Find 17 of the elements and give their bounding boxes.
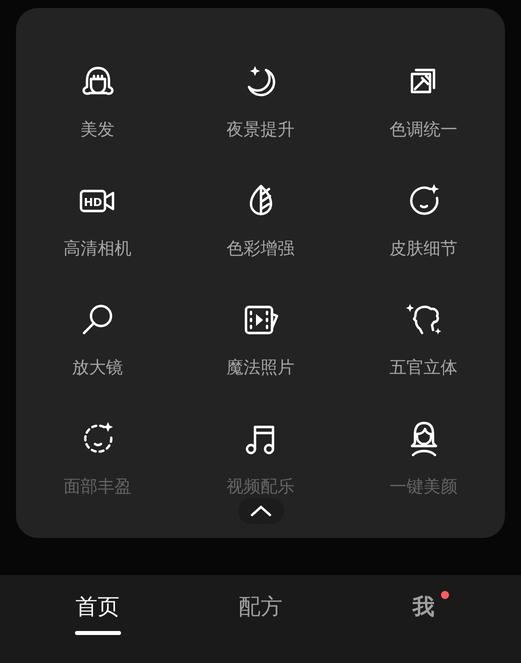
nav-tab[interactable]: 配方 bbox=[238, 593, 282, 623]
tool-label[interactable]: 色彩增强 bbox=[226, 239, 294, 259]
tool-label[interactable]: 皮肤细节 bbox=[390, 239, 458, 259]
tool-label[interactable]: 高清相机 bbox=[64, 239, 132, 259]
collapse-button[interactable] bbox=[238, 498, 284, 524]
tool-label[interactable]: 美发 bbox=[80, 120, 114, 140]
nav-tab[interactable]: 首页 bbox=[76, 593, 120, 623]
nav-tab[interactable]: 我 bbox=[412, 593, 434, 623]
tool-label[interactable]: 魔法照片 bbox=[226, 358, 294, 378]
hd-label: HD bbox=[83, 196, 102, 209]
tool-label[interactable]: 色调统一 bbox=[390, 120, 458, 140]
tool-label[interactable]: 五官立体 bbox=[390, 358, 458, 378]
tool-label[interactable]: 放大镜 bbox=[72, 358, 123, 378]
tab-underline bbox=[74, 631, 120, 635]
video-camera-icon bbox=[79, 190, 114, 212]
chevron-up-icon bbox=[250, 505, 272, 517]
tool-label[interactable]: 夜景提升 bbox=[226, 120, 294, 140]
